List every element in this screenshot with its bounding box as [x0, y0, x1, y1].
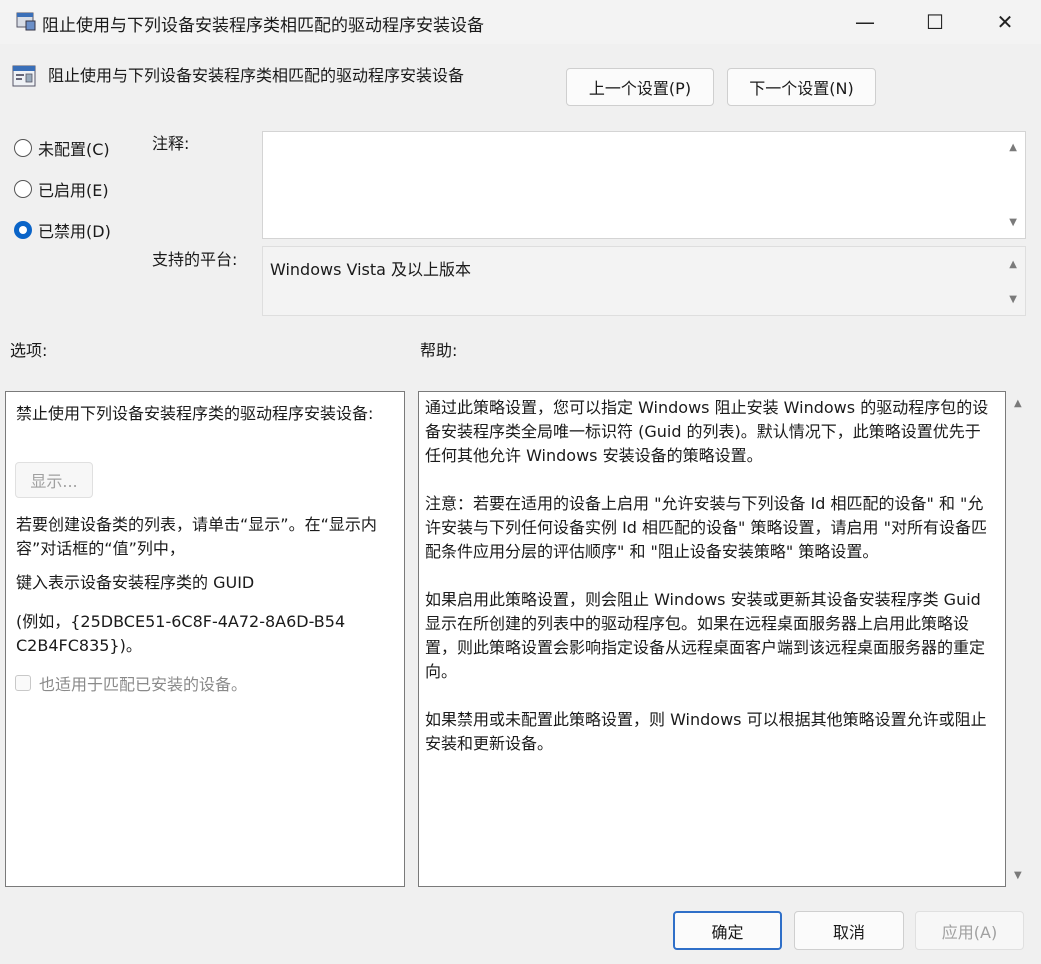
scroll-up-icon[interactable]: ▲ — [1009, 259, 1017, 270]
help-paragraph: 通过此策略设置，您可以指定 Windows 阻止安装 Windows 的驱动程序… — [425, 398, 989, 465]
options-description: 若要创建设备类的列表，请单击“显示”。在“显示内容”对话框的“值”列中， — [16, 515, 377, 558]
help-text: 通过此策略设置，您可以指定 Windows 阻止安装 Windows 的驱动程序… — [425, 396, 995, 780]
help-panel: 通过此策略设置，您可以指定 Windows 阻止安装 Windows 的驱动程序… — [418, 391, 1006, 887]
minimize-button[interactable]: — — [830, 0, 900, 44]
scroll-down-icon[interactable]: ▼ — [1009, 294, 1017, 305]
maximize-button[interactable]: ☐ — [900, 0, 970, 44]
help-paragraph: 如果禁用或未配置此策略设置，则 Windows 可以根据其他策略设置允许或阻止安… — [425, 710, 987, 753]
apply-to-installed-label: 也适用于匹配已安装的设备。 — [39, 675, 248, 694]
help-scroll-up-icon[interactable]: ▲ — [1014, 398, 1022, 409]
options-section-label: 选项: — [10, 341, 48, 360]
options-panel: 禁止使用下列设备安装程序类的驱动程序安装设备: 显示... 若要创建设备类的列表… — [5, 391, 405, 887]
options-guid-instruction: 键入表示设备安装程序类的 GUID — [16, 573, 255, 592]
comment-label: 注释: — [152, 134, 190, 153]
options-guid-example: (例如，{25DBCE51-6C8F-4A72-8A6D-B54C2B4FC83… — [16, 612, 346, 655]
platform-value: Windows Vista 及以上版本 — [270, 260, 472, 279]
help-paragraph: 注意：若要在适用的设备上启用 "允许安装与下列设备 Id 相匹配的设备" 和 "… — [425, 494, 987, 561]
previous-setting-button[interactable]: 上一个设置(P) — [566, 68, 714, 106]
radio-disabled[interactable]: 已禁用(D) — [14, 218, 111, 242]
show-button[interactable]: 显示... — [15, 462, 93, 498]
apply-to-installed-checkbox[interactable] — [15, 675, 31, 691]
help-paragraph: 如果启用此策略设置，则会阻止 Windows 安装或更新其设备安装程序类 Gui… — [425, 590, 986, 681]
scroll-up-icon[interactable]: ▲ — [1009, 142, 1017, 153]
comment-textarea[interactable]: ▲ ▼ — [262, 131, 1026, 239]
ok-button[interactable]: 确定 — [673, 911, 782, 950]
radio-enabled[interactable]: 已启用(E) — [14, 177, 109, 201]
minimize-icon: — — [855, 10, 875, 34]
radio-not-configured[interactable]: 未配置(C) — [14, 136, 110, 160]
policy-setting-icon — [12, 65, 36, 87]
radio-not-configured-indicator[interactable] — [14, 139, 32, 157]
platform-label: 支持的平台: — [152, 250, 238, 269]
radio-enabled-indicator[interactable] — [14, 180, 32, 198]
options-heading: 禁止使用下列设备安装程序类的驱动程序安装设备: — [16, 404, 374, 423]
close-button[interactable]: ✕ — [970, 0, 1040, 44]
policy-app-icon — [16, 12, 36, 31]
radio-not-configured-label: 未配置(C) — [38, 140, 110, 159]
cancel-button[interactable]: 取消 — [794, 911, 904, 950]
help-section-label: 帮助: — [420, 341, 458, 360]
apply-to-installed-checkbox-row[interactable]: 也适用于匹配已安装的设备。 — [15, 671, 247, 695]
radio-disabled-label: 已禁用(D) — [38, 222, 111, 241]
platform-field: Windows Vista 及以上版本 ▲ ▼ — [262, 246, 1026, 316]
scroll-down-icon[interactable]: ▼ — [1009, 217, 1017, 228]
radio-disabled-indicator[interactable] — [14, 221, 32, 239]
apply-button[interactable]: 应用(A) — [915, 911, 1024, 950]
next-setting-button[interactable]: 下一个设置(N) — [727, 68, 876, 106]
window-title: 阻止使用与下列设备安装程序类相匹配的驱动程序安装设备 — [42, 16, 484, 36]
radio-enabled-label: 已启用(E) — [38, 181, 109, 200]
help-scroll-down-icon[interactable]: ▼ — [1014, 870, 1022, 881]
policy-name: 阻止使用与下列设备安装程序类相匹配的驱动程序安装设备 — [48, 66, 465, 85]
maximize-icon: ☐ — [926, 10, 944, 34]
close-icon: ✕ — [996, 10, 1014, 34]
